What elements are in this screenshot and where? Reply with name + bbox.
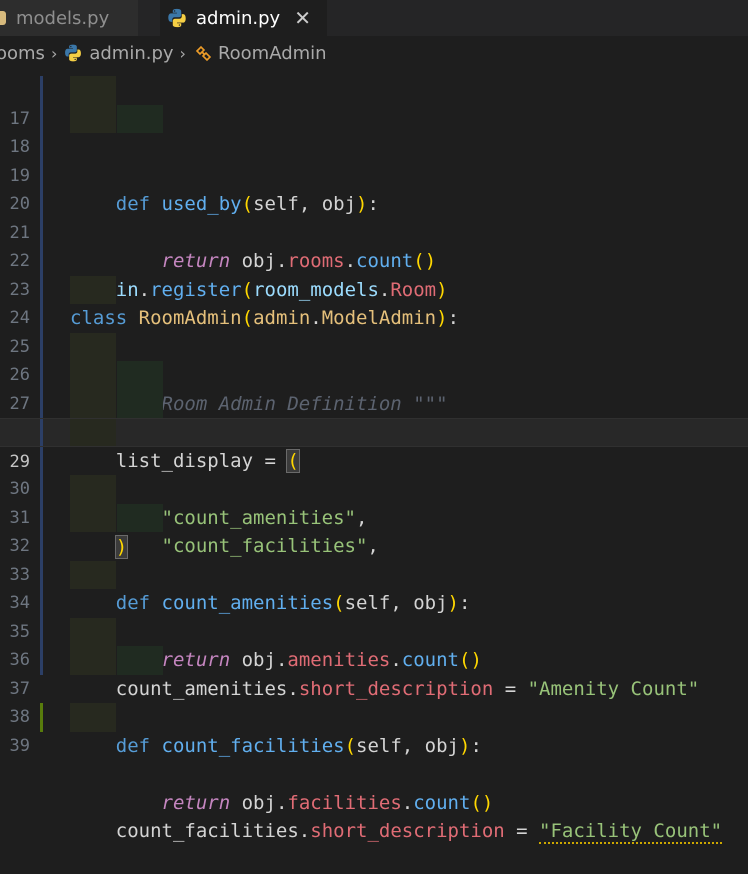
indent-guide bbox=[117, 361, 163, 390]
code-text: return obj.facilities.count() bbox=[161, 791, 494, 814]
code-line[interactable]: 21 @admin.register(room_models.Room) bbox=[0, 190, 748, 301]
indent-guide bbox=[70, 389, 116, 418]
git-change-marker bbox=[40, 218, 43, 247]
indent-guide bbox=[70, 646, 116, 675]
code-line[interactable]: 26 list_display = ( bbox=[0, 332, 748, 473]
code-editor[interactable]: 17 def used_by(self, obj): 18 return obj… bbox=[0, 76, 748, 844]
code-line[interactable]: 27 "count_amenities", bbox=[0, 361, 748, 529]
git-change-marker bbox=[40, 190, 43, 219]
indent-guide bbox=[117, 104, 163, 133]
code-text: def count_facilities(self, obj): bbox=[115, 734, 482, 757]
class-symbol-icon bbox=[195, 45, 212, 62]
indent-guide bbox=[70, 104, 116, 133]
git-change-marker bbox=[40, 589, 43, 618]
code-line[interactable]: 24 """ Room Admin Definition """ bbox=[0, 275, 748, 415]
indent-guide bbox=[70, 475, 116, 504]
code-line-current[interactable]: 29 ) bbox=[0, 418, 748, 559]
tab-models-py[interactable]: models.py bbox=[0, 0, 138, 36]
git-change-marker bbox=[40, 76, 43, 105]
code-line[interactable]: 39 count_facilities.short_description = … bbox=[0, 703, 748, 844]
indent-guide bbox=[117, 646, 163, 675]
breadcrumb: ooms › admin.py › RoomAdmin bbox=[0, 36, 748, 70]
indent-guide bbox=[70, 275, 116, 304]
breadcrumb-symbol-label: RoomAdmin bbox=[217, 42, 327, 64]
indent-guide bbox=[117, 389, 163, 418]
breadcrumb-file[interactable]: admin.py bbox=[63, 42, 174, 64]
code-text: count_facilities.short_description = "Fa… bbox=[115, 820, 723, 844]
code-line[interactable]: 38 bbox=[0, 675, 748, 727]
code-line[interactable]: 33 bbox=[0, 532, 748, 585]
code-line[interactable]: 31 def count_amenities(self, obj): bbox=[0, 475, 748, 614]
git-change-marker bbox=[40, 646, 43, 675]
code-line[interactable]: 23 bbox=[0, 247, 748, 300]
git-change-marker bbox=[40, 104, 43, 133]
git-change-marker bbox=[40, 275, 43, 304]
code-line[interactable]: 35 bbox=[0, 589, 748, 642]
git-change-marker bbox=[40, 503, 43, 532]
tab-label: models.py bbox=[16, 7, 110, 29]
indent-guide bbox=[70, 361, 116, 390]
indent-guide bbox=[70, 703, 116, 732]
code-line[interactable]: 19 bbox=[0, 133, 748, 186]
git-change-marker bbox=[40, 532, 43, 561]
code-line[interactable]: 22 class RoomAdmin(admin.ModelAdmin): bbox=[0, 218, 748, 329]
indent-guide bbox=[70, 560, 116, 589]
tab-label: admin.py bbox=[196, 7, 281, 29]
git-change-marker bbox=[40, 389, 43, 418]
code-line[interactable]: 28 "count_facilities", bbox=[0, 389, 748, 557]
indent-guide bbox=[70, 76, 116, 105]
code-line[interactable]: 20 bbox=[0, 161, 748, 214]
git-change-marker bbox=[40, 419, 43, 446]
git-change-marker bbox=[40, 560, 43, 589]
code-line[interactable]: 37 return obj.facilities.count() bbox=[0, 646, 748, 814]
chevron-right-icon: › bbox=[179, 43, 186, 63]
git-change-marker bbox=[40, 617, 43, 646]
git-change-marker bbox=[40, 332, 43, 361]
indent-guide bbox=[70, 617, 116, 646]
python-icon bbox=[168, 8, 186, 28]
python-file-icon bbox=[0, 11, 6, 25]
code-line[interactable]: 36 def count_facilities(self, obj): bbox=[0, 617, 748, 757]
tab-admin-py[interactable]: admin.py ✕ bbox=[160, 0, 327, 36]
python-icon bbox=[65, 44, 82, 62]
indent-guide bbox=[70, 503, 116, 532]
breadcrumb-file-label: admin.py bbox=[89, 42, 174, 64]
git-change-marker bbox=[40, 446, 43, 475]
indent-guide bbox=[70, 419, 116, 446]
code-line[interactable]: 17 def used_by(self, obj): bbox=[0, 76, 748, 215]
breadcrumb-symbol[interactable]: RoomAdmin bbox=[192, 43, 327, 64]
breadcrumb-folder[interactable]: ooms bbox=[0, 43, 45, 64]
code-line[interactable]: 32 return obj.amenities.count() bbox=[0, 503, 748, 671]
code-line[interactable]: 34 count_amenities.short_description = "… bbox=[0, 560, 748, 700]
indent-guide bbox=[70, 332, 116, 361]
indent-guide bbox=[117, 503, 163, 532]
git-change-marker bbox=[40, 304, 43, 333]
close-icon[interactable]: ✕ bbox=[294, 6, 311, 30]
tab-bar: models.py admin.py ✕ bbox=[0, 0, 748, 36]
code-line[interactable]: 25 bbox=[0, 304, 748, 357]
git-change-marker bbox=[40, 133, 43, 162]
line-number: 39 bbox=[9, 735, 30, 756]
git-added-marker bbox=[40, 703, 43, 732]
git-change-marker bbox=[40, 475, 43, 504]
code-line[interactable]: 18 return obj.rooms.count() bbox=[0, 104, 748, 272]
git-change-marker bbox=[40, 161, 43, 190]
code-line[interactable]: 30 bbox=[0, 446, 748, 499]
git-change-marker bbox=[40, 247, 43, 276]
git-change-marker bbox=[40, 361, 43, 390]
chevron-right-icon: › bbox=[50, 43, 58, 63]
